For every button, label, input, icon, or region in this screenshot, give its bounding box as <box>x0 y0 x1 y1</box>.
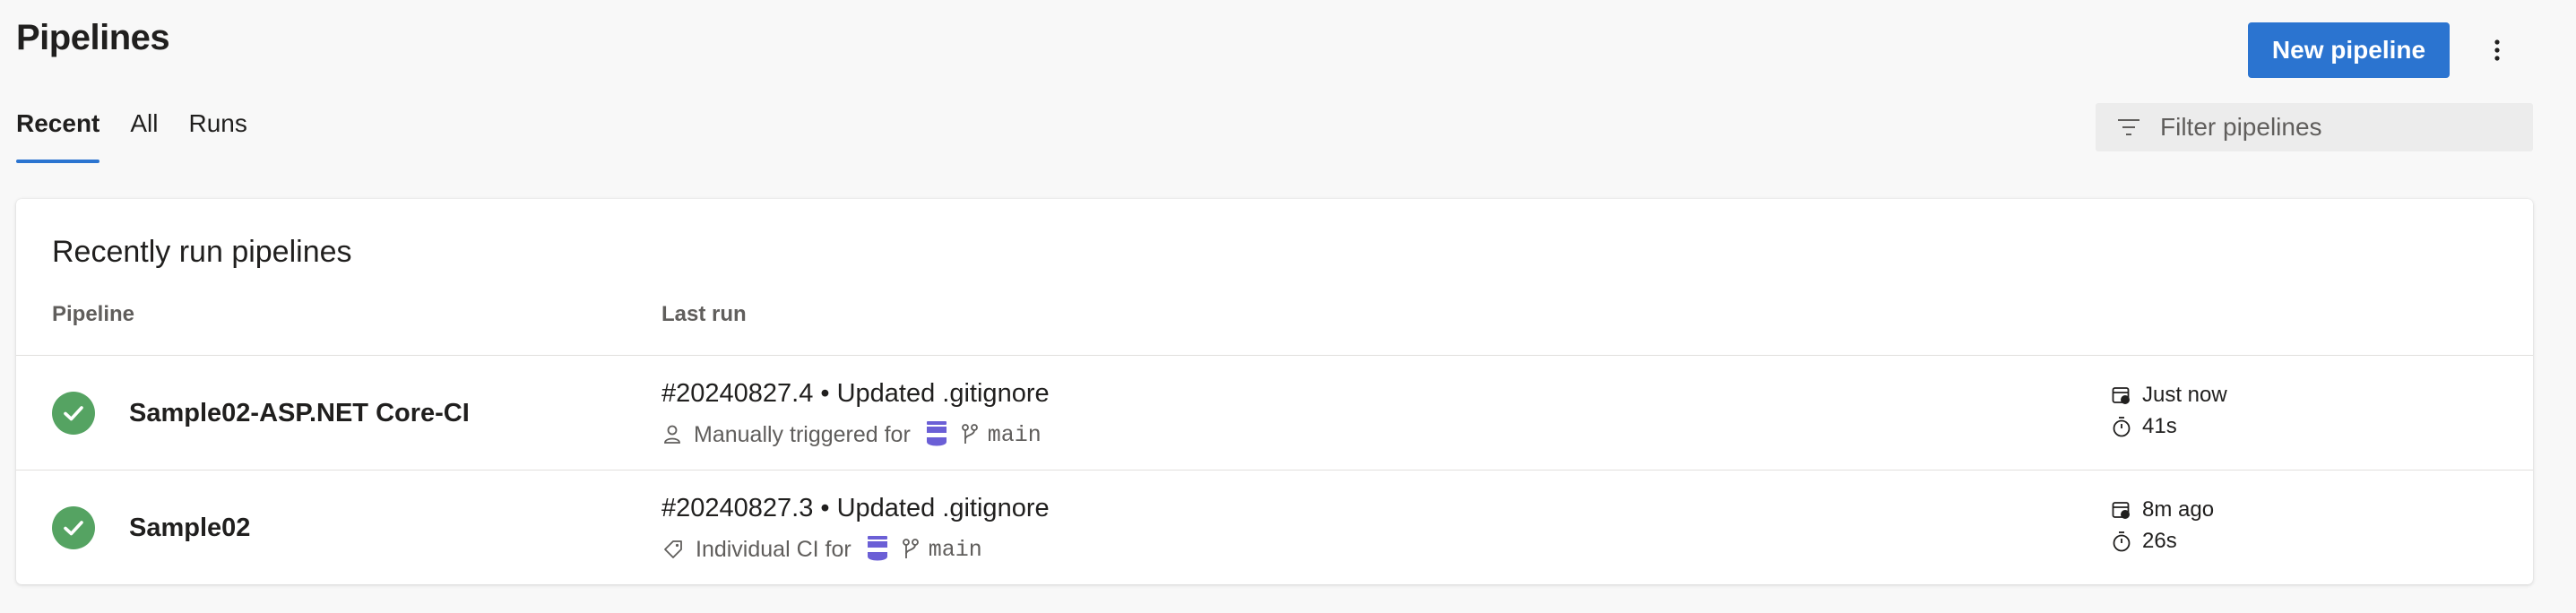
branch-icon <box>961 424 979 445</box>
column-header-last-run: Last run <box>661 302 747 326</box>
run-title-link[interactable]: #20240827.3 • Updated .gitignore <box>661 494 1050 523</box>
run-trigger-info: Individual CI for main <box>663 535 982 564</box>
stopwatch-icon <box>2112 416 2131 437</box>
pipelines-page: Pipelines New pipeline Recent All Runs R… <box>0 0 2576 613</box>
branch-icon <box>902 539 920 560</box>
pipeline-name-link[interactable]: Sample02-ASP.NET Core-CI <box>129 399 470 428</box>
pipeline-name-link[interactable]: Sample02 <box>129 514 250 543</box>
branch-name[interactable]: main <box>929 537 982 563</box>
run-duration: 26s <box>2112 529 2177 554</box>
tab-bar: Recent All Runs <box>16 109 278 163</box>
new-pipeline-button[interactable]: New pipeline <box>2248 22 2450 78</box>
trigger-text: Manually triggered for <box>694 421 911 447</box>
more-actions-button[interactable] <box>2477 30 2517 70</box>
filter-box[interactable] <box>2096 103 2533 151</box>
filter-icon <box>2118 119 2139 135</box>
run-duration-value: 41s <box>2142 414 2177 438</box>
success-status-icon <box>52 506 95 549</box>
branch-name[interactable]: main <box>988 422 1042 448</box>
tab-recent[interactable]: Recent <box>16 109 100 163</box>
run-title-link[interactable]: #20240827.4 • Updated .gitignore <box>661 379 1050 409</box>
run-when: 8m ago <box>2142 497 2215 522</box>
page-title: Pipelines <box>16 18 170 57</box>
more-vertical-icon <box>2494 39 2500 61</box>
run-duration-value: 26s <box>2142 529 2177 553</box>
run-time: 8m ago <box>2112 497 2214 522</box>
table-row[interactable]: Sample02-ASP.NET Core-CI #20240827.4 • U… <box>16 355 2533 470</box>
calendar-clock-icon <box>2112 385 2131 405</box>
table-row[interactable]: Sample02 #20240827.3 • Updated .gitignor… <box>16 470 2533 584</box>
avatar <box>864 535 891 564</box>
stopwatch-icon <box>2112 531 2131 552</box>
run-duration: 41s <box>2112 414 2177 439</box>
trigger-text: Individual CI for <box>696 536 851 562</box>
run-time: Just now <box>2112 383 2227 408</box>
tag-icon <box>663 540 683 559</box>
person-icon <box>663 425 681 445</box>
tab-runs[interactable]: Runs <box>189 109 247 163</box>
filter-input[interactable] <box>2160 113 2519 142</box>
run-trigger-info: Manually triggered for main <box>663 420 1042 449</box>
calendar-clock-icon <box>2112 500 2131 520</box>
success-status-icon <box>52 392 95 435</box>
tab-all[interactable]: All <box>130 109 158 163</box>
avatar <box>923 420 950 449</box>
recent-pipelines-card: Recently run pipelines Pipeline Last run… <box>16 199 2533 584</box>
run-when: Just now <box>2142 383 2227 407</box>
column-header-pipeline: Pipeline <box>52 302 135 326</box>
card-title: Recently run pipelines <box>52 235 352 269</box>
